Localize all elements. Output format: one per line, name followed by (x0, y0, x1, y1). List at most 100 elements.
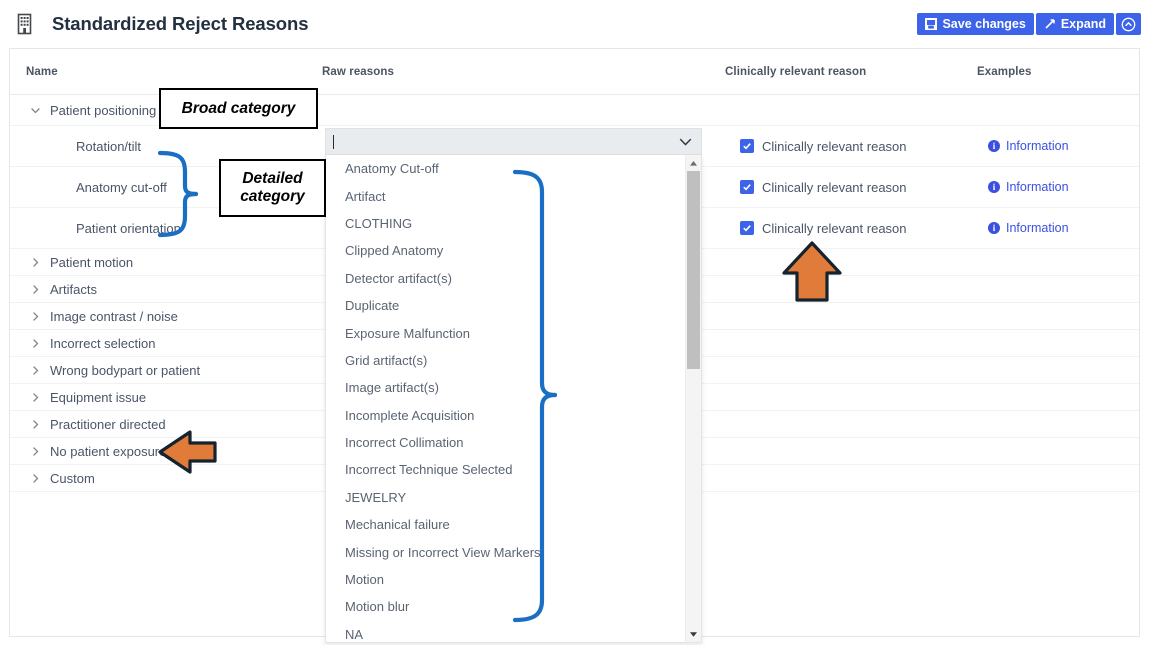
clinically-relevant-cell[interactable]: Clinically relevant reason (740, 126, 907, 166)
row-name-label: Equipment issue (50, 389, 147, 405)
dropdown-option[interactable]: Mechanical failure (326, 511, 685, 538)
scrollbar-thumb[interactable] (687, 171, 700, 369)
row-name-label: Custom (50, 470, 95, 486)
chevron-right-icon[interactable] (28, 309, 42, 323)
dropdown-option[interactable]: CLOTHING (326, 210, 685, 237)
dropdown-option[interactable]: Grid artifact(s) (326, 347, 685, 374)
row-name-cell: Artifacts (10, 276, 97, 302)
column-header-clinically-relevant: Clinically relevant reason (725, 66, 867, 78)
clinically-relevant-label: Clinically relevant reason (762, 179, 907, 195)
chevron-right-icon[interactable] (28, 471, 42, 485)
info-icon: i (988, 181, 1000, 193)
chevron-down-icon[interactable] (679, 137, 692, 146)
chevron-right-icon[interactable] (28, 417, 42, 431)
save-changes-label: Save changes (942, 17, 1026, 31)
dropdown-option[interactable]: Motion (326, 566, 685, 593)
dropdown-option[interactable]: Motion blur (326, 593, 685, 620)
annotation-broad-category: Broad category (159, 88, 318, 129)
dropdown-option[interactable]: Incomplete Acquisition (326, 402, 685, 429)
row-name-label: Patient positioning (50, 102, 157, 118)
row-name-label: Wrong bodypart or patient (50, 362, 201, 378)
dropdown-option[interactable]: JEWELRY (326, 484, 685, 511)
row-name-cell: Custom (10, 465, 95, 491)
chevron-right-icon[interactable] (28, 363, 42, 377)
expand-button[interactable]: Expand (1035, 13, 1114, 35)
info-icon: i (988, 222, 1000, 234)
row-name-label: No patient exposure (50, 443, 167, 459)
dropdown-option[interactable]: Clipped Anatomy (326, 237, 685, 264)
row-name-cell: Incorrect selection (10, 330, 156, 356)
column-header-name: Name (26, 66, 58, 78)
examples-information-link[interactable]: i Information (988, 167, 1069, 207)
chevron-right-icon[interactable] (28, 255, 42, 269)
examples-link-label: Information (1006, 221, 1069, 235)
annotation-detailed-category: Detailed category (219, 159, 326, 217)
column-header-raw-reasons: Raw reasons (322, 66, 395, 78)
row-name-cell: No patient exposure (10, 438, 166, 464)
clinically-relevant-checkbox[interactable] (740, 221, 754, 235)
row-name-label: Anatomy cut-off (76, 179, 167, 195)
row-name-cell: Anatomy cut-off (76, 167, 167, 207)
raw-reasons-dropdown-list: Anatomy Cut-off Artifact CLOTHING Clippe… (325, 155, 702, 643)
row-name-label: Artifacts (50, 281, 97, 297)
chevron-right-icon[interactable] (28, 390, 42, 404)
examples-link-label: Information (1006, 180, 1069, 194)
building-icon (13, 11, 39, 37)
dropdown-option[interactable]: Detector artifact(s) (326, 265, 685, 292)
save-disk-icon (925, 18, 938, 30)
examples-information-link[interactable]: i Information (988, 126, 1069, 166)
clinically-relevant-checkbox[interactable] (740, 180, 754, 194)
dropdown-option[interactable]: Incorrect Technique Selected (326, 456, 685, 483)
clinically-relevant-cell[interactable]: Clinically relevant reason (740, 167, 907, 207)
app-header: Standardized Reject Reasons Save changes… (0, 0, 1149, 48)
row-name-label: Incorrect selection (50, 335, 156, 351)
clinically-relevant-label: Clinically relevant reason (762, 138, 907, 154)
examples-link-label: Information (1006, 139, 1069, 153)
row-name-cell: Image contrast / noise (10, 303, 178, 329)
chevron-right-icon[interactable] (28, 282, 42, 296)
row-name-cell: Patient orientation (76, 208, 181, 248)
dropdown-option[interactable]: NA (326, 621, 685, 642)
row-name-label: Practitioner directed (50, 416, 166, 432)
dropdown-option[interactable]: Anatomy Cut-off (326, 155, 685, 182)
raw-reasons-input[interactable] (325, 128, 702, 155)
dropdown-option[interactable]: Missing or Incorrect View Markers (326, 538, 685, 565)
triangle-down-icon[interactable] (686, 626, 701, 642)
header-actions: Save changes Expand (917, 13, 1141, 35)
clinically-relevant-cell[interactable]: Clinically relevant reason (740, 208, 907, 248)
row-name-label: Patient orientation (76, 220, 181, 236)
dropdown-options: Anatomy Cut-off Artifact CLOTHING Clippe… (326, 155, 685, 642)
clinically-relevant-checkbox[interactable] (740, 139, 754, 153)
row-name-label: Patient motion (50, 254, 134, 270)
dropdown-option[interactable]: Incorrect Collimation (326, 429, 685, 456)
circle-chevron-up-icon (1121, 17, 1136, 32)
info-icon: i (988, 140, 1000, 152)
diagonal-arrow-icon (1044, 18, 1056, 30)
row-name-cell: Wrong bodypart or patient (10, 357, 200, 383)
chevron-right-icon[interactable] (28, 444, 42, 458)
triangle-up-icon[interactable] (686, 155, 701, 171)
dropdown-option[interactable]: Duplicate (326, 292, 685, 319)
expand-label: Expand (1060, 17, 1106, 31)
dropdown-option[interactable]: Artifact (326, 182, 685, 209)
column-header-examples: Examples (977, 66, 1032, 78)
row-name-cell: Patient positioning (10, 95, 156, 125)
examples-information-link[interactable]: i Information (988, 208, 1069, 248)
dropdown-scrollbar[interactable] (685, 155, 701, 642)
dropdown-option[interactable]: Exposure Malfunction (326, 319, 685, 346)
clinically-relevant-label: Clinically relevant reason (762, 220, 907, 236)
row-name-label: Rotation/tilt (76, 138, 142, 154)
row-name-label: Image contrast / noise (50, 308, 178, 324)
chevron-right-icon[interactable] (28, 336, 42, 350)
page-title: Standardized Reject Reasons (52, 13, 309, 34)
collapse-panel-button[interactable] (1116, 13, 1141, 35)
row-name-cell: Rotation/tilt (76, 126, 141, 166)
raw-reasons-combobox[interactable]: Anatomy Cut-off Artifact CLOTHING Clippe… (325, 128, 702, 643)
dropdown-option[interactable]: Image artifact(s) (326, 374, 685, 401)
text-caret (333, 134, 334, 149)
row-name-cell: Patient motion (10, 249, 133, 275)
chevron-down-icon[interactable] (28, 103, 42, 117)
row-name-cell: Equipment issue (10, 384, 146, 410)
row-name-cell: Practitioner directed (10, 411, 166, 437)
save-changes-button[interactable]: Save changes (917, 13, 1034, 35)
